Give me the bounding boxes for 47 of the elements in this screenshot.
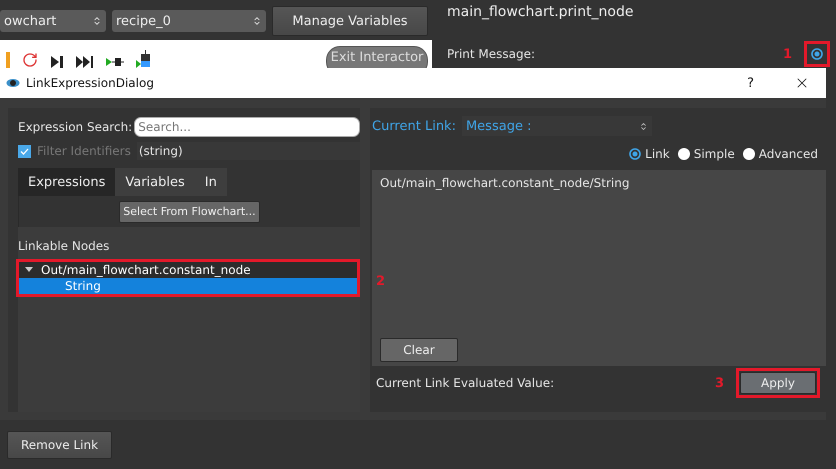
expression-text: Out/main_flowchart.constant_node/String	[380, 176, 630, 190]
reload-icon[interactable]	[22, 52, 38, 68]
spinner-arrows-icon	[92, 16, 102, 26]
apply-button[interactable]: Apply	[740, 372, 816, 394]
search-field[interactable]: Search...	[134, 117, 360, 137]
filter-label: Filter Identifiers	[37, 144, 131, 158]
remove-link-button[interactable]: Remove Link	[7, 430, 112, 458]
mode-label: Simple	[694, 147, 735, 161]
link-select[interactable]: Message :	[462, 116, 652, 136]
mode-radio[interactable]	[629, 148, 642, 160]
annotation-number: 1	[782, 46, 792, 62]
mode-radio[interactable]	[678, 148, 690, 160]
current-link-label: Current Link:	[372, 118, 456, 134]
tab[interactable]: In	[194, 168, 227, 196]
annotation-number: 2	[376, 274, 386, 289]
manage-variables-button[interactable]: Manage Variables	[272, 6, 428, 36]
clear-button[interactable]: Clear	[380, 338, 458, 362]
mode-radio[interactable]	[742, 148, 755, 160]
expand-arrow-icon[interactable]	[25, 267, 33, 273]
spinner-arrows-icon	[252, 16, 262, 26]
select-from-flowchart-button[interactable]: Select From Flowchart...	[119, 200, 260, 222]
fast-forward-icon[interactable]	[76, 56, 94, 68]
spinner-arrows-icon	[638, 122, 648, 130]
tree-title: Linkable Nodes	[18, 238, 110, 255]
property-label: Print Message:	[447, 47, 536, 61]
search-label: Expression Search:	[18, 120, 132, 134]
eye-logo-icon	[6, 77, 20, 89]
check-icon	[20, 148, 29, 154]
tab[interactable]: Variables	[115, 168, 195, 196]
dialog-title: LinkExpressionDialog	[26, 76, 154, 90]
exit-interactor-button[interactable]: Exit Interactor	[326, 46, 428, 68]
help-button[interactable]: ?	[747, 76, 754, 90]
tree-item[interactable]: Out/main_flowchart.constant_node	[19, 262, 357, 278]
tree-item[interactable]: String	[19, 278, 357, 294]
annotation-number: 3	[714, 376, 724, 390]
tab[interactable]: Expressions	[18, 168, 116, 196]
mode-label: Advanced	[758, 147, 818, 161]
filter-type: (string)	[136, 142, 360, 160]
recipe-select[interactable]: recipe_0	[112, 10, 266, 32]
run-to-node-icon[interactable]	[106, 56, 124, 68]
run-node-icon[interactable]	[136, 50, 152, 68]
mode-label: Link	[645, 147, 670, 161]
node-title: main_flowchart.print_node	[447, 4, 634, 22]
evaluated-value-label: Current Link Evaluated Value:	[376, 376, 554, 390]
link-radio[interactable]	[811, 48, 823, 60]
step-icon[interactable]	[50, 56, 64, 68]
flowchart-select[interactable]: owchart	[0, 10, 106, 32]
